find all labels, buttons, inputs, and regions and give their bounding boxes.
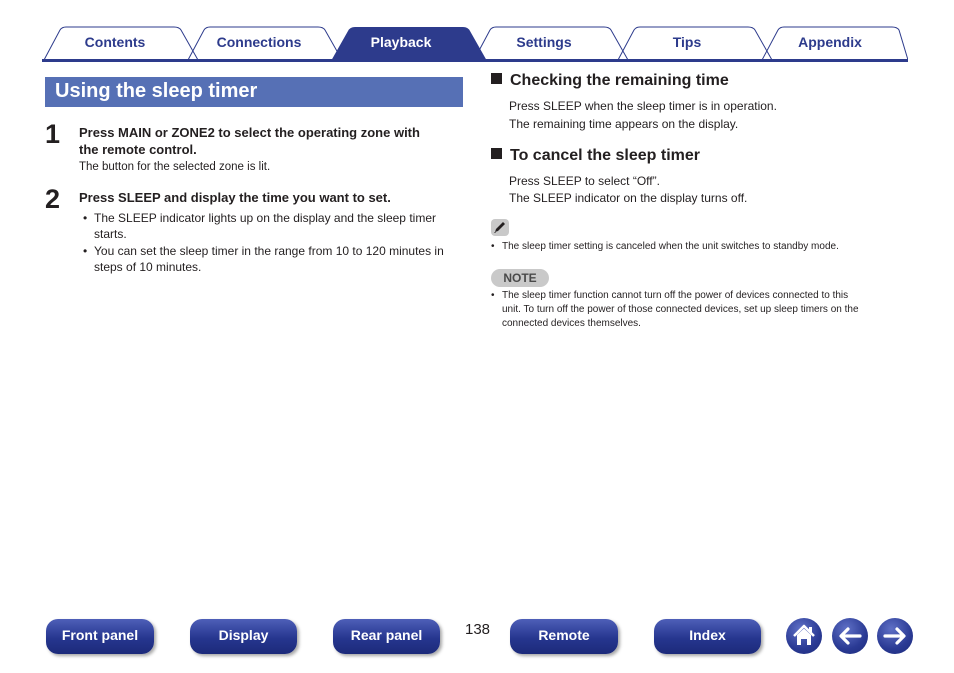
note-line-3: connected devices themselves. — [502, 318, 641, 329]
tab-contents[interactable]: Contents — [60, 34, 170, 50]
pencil-icon — [491, 219, 509, 236]
step-2-bullet-1-line1: The SLEEP indicator lights up on the dis… — [94, 211, 436, 225]
note-line-1: The sleep timer function cannot turn off… — [502, 290, 849, 301]
tab-playback[interactable]: Playback — [346, 34, 456, 50]
rear-panel-button[interactable]: Rear panel — [333, 619, 440, 654]
front-panel-button[interactable]: Front panel — [46, 619, 154, 654]
step-2-bullet-1: The SLEEP indicator lights up on the dis… — [83, 210, 436, 227]
memo-bullet: The sleep timer setting is canceled when… — [491, 240, 839, 254]
step-1-heading-line2: the remote control. — [79, 142, 197, 157]
tab-appendix[interactable]: Appendix — [775, 34, 885, 50]
square-bullet-icon — [491, 148, 502, 159]
square-bullet-icon — [491, 73, 502, 84]
cancel-heading: To cancel the sleep timer — [491, 146, 700, 166]
checking-heading: Checking the remaining time — [491, 71, 729, 91]
index-button[interactable]: Index — [654, 619, 761, 654]
step-2-bullet-1-line2: starts. — [94, 227, 127, 241]
step-2-heading: Press SLEEP and display the time you wan… — [79, 190, 391, 205]
note-bullet: The sleep timer function cannot turn off… — [491, 289, 849, 303]
cancel-line-1: Press SLEEP to select “Off”. — [509, 174, 660, 188]
checking-line-2: The remaining time appears on the displa… — [509, 117, 739, 131]
tab-baseline — [42, 59, 908, 62]
page-title: Using the sleep timer — [45, 77, 463, 107]
step-number-1: 1 — [45, 119, 61, 149]
arrow-left-icon — [839, 627, 862, 645]
step-number-2: 2 — [45, 184, 61, 214]
tab-connections[interactable]: Connections — [204, 34, 314, 50]
note-badge: NOTE — [491, 269, 549, 287]
step-1-text: The button for the selected zone is lit. — [79, 161, 271, 173]
checking-line-1: Press SLEEP when the sleep timer is in o… — [509, 99, 777, 113]
step-2-bullet-2-line2: steps of 10 minutes. — [94, 260, 202, 274]
step-2-bullet-2: You can set the sleep timer in the range… — [83, 243, 444, 260]
tab-tips[interactable]: Tips — [632, 34, 742, 50]
step-1-heading-line1: Press MAIN or ZONE2 to select the operat… — [79, 125, 420, 140]
remote-button[interactable]: Remote — [510, 619, 618, 654]
home-icon — [793, 624, 815, 645]
note-line-2: unit. To turn off the power of those con… — [502, 304, 859, 315]
home-button[interactable] — [786, 618, 822, 654]
memo-bullet-text: The sleep timer setting is canceled when… — [502, 241, 839, 252]
page-number: 138 — [465, 621, 491, 638]
back-button[interactable] — [832, 618, 868, 654]
cancel-line-2: The SLEEP indicator on the display turns… — [509, 191, 748, 205]
arrow-right-icon — [883, 627, 906, 645]
checking-heading-text: Checking the remaining time — [510, 72, 729, 89]
display-button[interactable]: Display — [190, 619, 297, 654]
cancel-heading-text: To cancel the sleep timer — [510, 147, 700, 164]
chapter-tab-bar: Contents Connections Playback Settings T… — [42, 26, 908, 62]
forward-button[interactable] — [877, 618, 913, 654]
step-2-bullet-2-line1: You can set the sleep timer in the range… — [94, 244, 444, 258]
tab-settings[interactable]: Settings — [489, 34, 599, 50]
